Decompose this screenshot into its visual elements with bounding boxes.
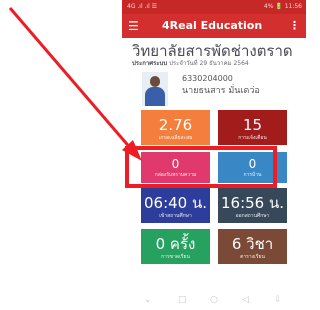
tile-check-out[interactable]: 16:56 น. ออกสถานศึกษา: [218, 188, 287, 223]
tile-check-in-value: 06:40 น.: [143, 194, 208, 212]
app-bar: ☰ 4Real Education ⋮: [122, 14, 306, 38]
avatar[interactable]: [142, 72, 168, 106]
tile-gpa-value: 2.76: [158, 116, 193, 134]
nav-back-icon[interactable]: ◁: [242, 290, 249, 310]
tile-notifications[interactable]: 15 การแจ้งเตือน: [218, 110, 287, 145]
school-name: วิทยาลัยสารพัดช่างตราด: [132, 42, 293, 60]
app-title: 4Real Education: [162, 19, 263, 32]
announcement-label: ประกาศระบบ: [132, 60, 168, 67]
student-id: 6330204000: [182, 74, 233, 83]
system-nav-bar: ⌄ □ ○ ◁ ⇩: [122, 290, 306, 310]
tile-gpa[interactable]: 2.76 เกรดเฉลี่ยสะสม: [141, 110, 210, 145]
tile-timetable-caption: ตารางเรียน: [240, 254, 265, 260]
avatar-body: [145, 87, 165, 106]
nav-recents-icon[interactable]: □: [178, 290, 187, 310]
tile-timetable-value: 6 วิชา: [231, 235, 274, 253]
tile-absences-caption: การขาดเรียน: [161, 254, 190, 260]
student-name: นายธนสาร มั่นเดว่อ: [182, 86, 260, 96]
more-vertical-icon[interactable]: ⋮: [289, 19, 300, 33]
nav-chevron-down-icon[interactable]: ⌄: [144, 290, 152, 310]
nav-home-icon[interactable]: ○: [210, 290, 218, 310]
tile-notifications-value: 15: [242, 116, 263, 134]
announcement: ประกาศระบบ ประจำวันที่ 29 ธันวาคม 2564: [132, 60, 304, 68]
hamburger-menu-icon[interactable]: ☰: [128, 18, 139, 34]
tile-absences[interactable]: 0 ครั้ง การขาดเรียน: [141, 229, 210, 264]
tile-gpa-caption: เกรดเฉลี่ยสะสม: [158, 135, 193, 141]
announcement-text: ประจำวันที่ 29 ธันวาคม 2564: [169, 60, 249, 67]
tile-timetable[interactable]: 6 วิชา ตารางเรียน: [218, 229, 287, 264]
status-bar-signal: 4G .ıl .ıl ☰: [127, 3, 158, 10]
status-bar: 4G .ıl .ıl ☰ 4% 🔋 11:56: [122, 0, 306, 14]
highlight-box: [125, 146, 277, 188]
tile-check-in[interactable]: 06:40 น. เข้าสถานศึกษา: [141, 188, 210, 223]
tile-notifications-caption: การแจ้งเตือน: [238, 135, 267, 141]
tile-check-out-value: 16:56 น.: [220, 194, 285, 212]
tile-absences-value: 0 ครั้ง: [155, 235, 196, 253]
avatar-head: [150, 76, 160, 87]
nav-download-icon[interactable]: ⇩: [274, 290, 282, 310]
status-bar-clock: 4% 🔋 11:56: [263, 3, 302, 10]
tile-check-out-caption: ออกสถานศึกษา: [235, 213, 270, 219]
tile-check-in-caption: เข้าสถานศึกษา: [159, 213, 192, 219]
